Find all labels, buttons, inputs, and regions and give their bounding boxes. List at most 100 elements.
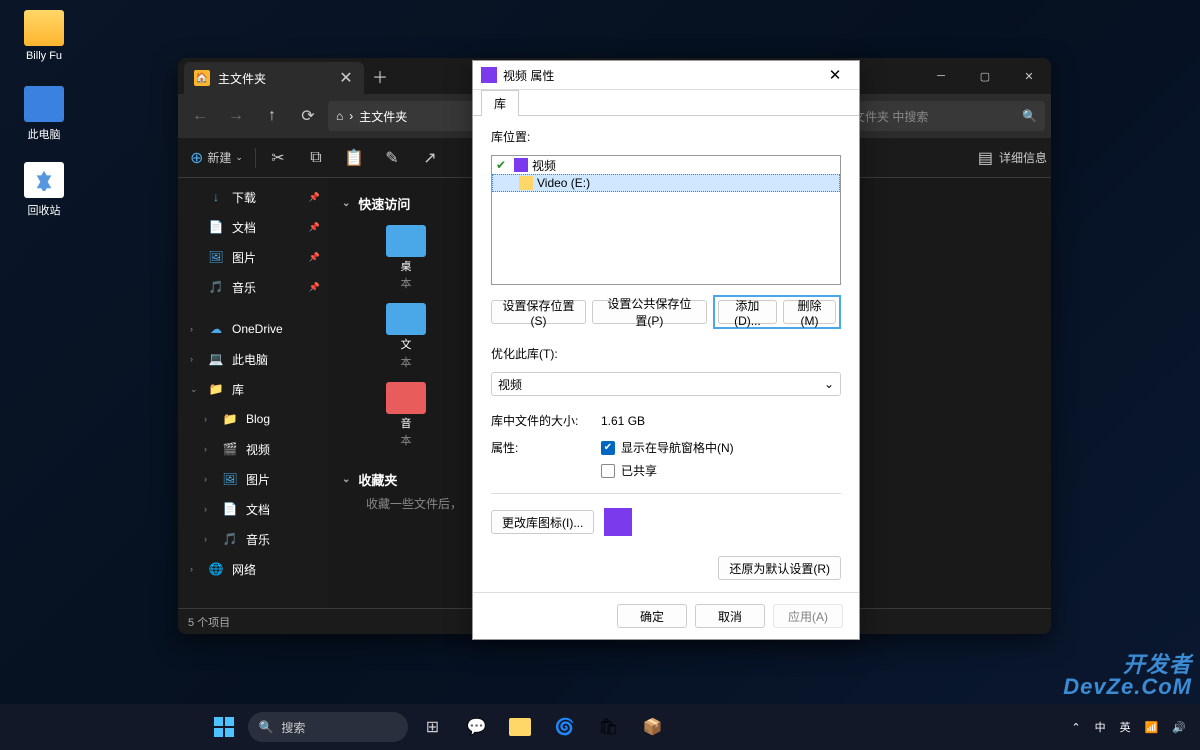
cut-button[interactable]: ✂ (260, 143, 296, 173)
set-save-location-button[interactable]: 设置保存位置(S) (491, 300, 586, 324)
new-button[interactable]: ⊕新建 ⌄ (182, 143, 251, 173)
shared-checkbox[interactable]: 已共享 (601, 462, 734, 479)
library-location-list[interactable]: ✔ 视频 Video (E:) (491, 155, 841, 285)
tray-chevron[interactable]: ⌃ (1065, 719, 1086, 736)
size-value: 1.61 GB (601, 414, 645, 428)
tray-ime-1[interactable]: 中 (1089, 717, 1112, 737)
start-button[interactable] (204, 708, 244, 746)
search-input[interactable]: 文件夹 中搜索 🔍 (845, 101, 1045, 131)
paste-button[interactable]: 📋 (336, 143, 372, 173)
sidebar-quick-downloads[interactable]: ↓下载📌 (178, 182, 328, 212)
size-label: 库中文件的大小: (491, 412, 591, 429)
view-list-icon[interactable]: ▤ (978, 148, 993, 168)
view-detail-label[interactable]: 详细信息 (999, 149, 1047, 166)
tab-library[interactable]: 库 (481, 90, 519, 116)
taskbar: 🔍 搜索 ⊞ 💬 🌀 🛍 📦 ⌃ 中 英 📶 🔊 (0, 704, 1200, 750)
checkbox-checked-icon: ✔ (601, 441, 615, 455)
video-library-icon (481, 67, 497, 83)
remove-button[interactable]: 删除(M) (783, 300, 836, 324)
library-item-video-e[interactable]: Video (E:) (492, 174, 840, 192)
up-button[interactable]: ↑ (256, 100, 288, 132)
taskbar-app[interactable]: 📦 (632, 708, 672, 746)
sidebar-lib-blog[interactable]: ›📁Blog (178, 404, 328, 434)
sidebar-lib-music[interactable]: ›🎵音乐 (178, 524, 328, 554)
explorer-tab[interactable]: 🏠 主文件夹 ✕ (184, 62, 364, 94)
tray-ime-2[interactable]: 英 (1114, 717, 1137, 737)
search-icon: 🔍 (258, 720, 273, 734)
tray-network-icon[interactable]: 📶 (1139, 719, 1165, 736)
sidebar-lib-documents[interactable]: ›📄文档 (178, 494, 328, 524)
sidebar-this-pc[interactable]: ›💻此电脑 (178, 344, 328, 374)
task-view-button[interactable]: ⊞ (412, 708, 452, 746)
dialog-tabs: 库 (473, 90, 859, 116)
breadcrumb-path[interactable]: 主文件夹 (359, 108, 407, 125)
sidebar-quick-pictures[interactable]: 🖼图片📌 (178, 242, 328, 272)
maximize-button[interactable]: ▢ (963, 58, 1007, 94)
cancel-button[interactable]: 取消 (695, 604, 765, 628)
sidebar-quick-documents[interactable]: 📄文档📌 (178, 212, 328, 242)
desktop-icon-user-folder[interactable]: Billy Fu (14, 10, 74, 62)
show-in-nav-checkbox[interactable]: ✔ 显示在导航窗格中(N) (601, 439, 734, 456)
folder-icon (386, 382, 426, 414)
new-tab-button[interactable]: ＋ (364, 60, 396, 92)
dialog-close-button[interactable]: ✕ (815, 61, 855, 89)
refresh-button[interactable]: ⟳ (292, 100, 324, 132)
taskbar-edge[interactable]: 🌀 (544, 708, 584, 746)
chevron-down-icon: ⌄ (824, 377, 834, 391)
apply-button[interactable]: 应用(A) (773, 604, 843, 628)
folder-icon (386, 225, 426, 257)
quick-item-docs[interactable]: 文本 (366, 297, 446, 375)
ok-button[interactable]: 确定 (617, 604, 687, 628)
tab-title: 主文件夹 (218, 70, 330, 87)
sidebar-lib-pictures[interactable]: ›🖼图片 (178, 464, 328, 494)
taskbar-store[interactable]: 🛍 (588, 708, 628, 746)
sidebar: ↓下载📌 📄文档📌 🖼图片📌 🎵音乐📌 ›☁OneDrive ›💻此电脑 ⌄📁库… (178, 178, 328, 608)
home-icon: 🏠 (194, 70, 210, 86)
folder-icon (386, 303, 426, 335)
add-button[interactable]: 添加(D)... (718, 300, 777, 324)
rename-button[interactable]: ✎ (374, 143, 410, 173)
desktop-icon-this-pc[interactable]: 此电脑 (14, 86, 74, 142)
tab-close-button[interactable]: ✕ (338, 68, 354, 88)
copy-button[interactable]: ⧉ (298, 143, 334, 173)
sidebar-lib-videos[interactable]: ›🎬视频 (178, 434, 328, 464)
sidebar-libraries[interactable]: ⌄📁库 (178, 374, 328, 404)
pin-icon: 📌 (309, 222, 320, 233)
sidebar-quick-music[interactable]: 🎵音乐📌 (178, 272, 328, 302)
restore-defaults-button[interactable]: 还原为默认设置(R) (718, 556, 841, 580)
quick-item-music[interactable]: 音本 (366, 376, 446, 454)
forward-button[interactable]: → (220, 100, 252, 132)
optimize-select[interactable]: 视频 ⌄ (491, 372, 841, 396)
close-button[interactable]: ✕ (1007, 58, 1051, 94)
pc-icon (24, 86, 64, 122)
folder-icon (519, 176, 533, 190)
video-icon (514, 158, 528, 172)
sidebar-onedrive[interactable]: ›☁OneDrive (178, 314, 328, 344)
sidebar-network[interactable]: ›🌐网络 (178, 554, 328, 584)
dialog-title: 视频 属性 (503, 67, 815, 84)
checkbox-unchecked-icon (601, 464, 615, 478)
dialog-titlebar[interactable]: 视频 属性 ✕ (473, 61, 859, 90)
taskbar-search[interactable]: 🔍 搜索 (248, 712, 408, 742)
attributes-label: 属性: (491, 439, 591, 456)
search-placeholder: 文件夹 中搜索 (853, 108, 928, 125)
item-count: 5 个项目 (188, 614, 230, 630)
minimize-button[interactable]: ─ (919, 58, 963, 94)
optimize-label: 优化此库(T): (491, 345, 841, 362)
set-public-save-location-button[interactable]: 设置公共保存位置(P) (592, 300, 707, 324)
watermark: 开发者 DevZe.CoM (1063, 654, 1192, 698)
desktop-icon-label: 此电脑 (14, 126, 74, 142)
quick-item-desktop[interactable]: 桌本 (366, 219, 446, 297)
home-crumb[interactable]: ⌂ (336, 109, 343, 123)
back-button[interactable]: ← (184, 100, 216, 132)
tray-volume-icon[interactable]: 🔊 (1166, 719, 1192, 736)
share-button[interactable]: ↗ (412, 143, 448, 173)
taskbar-explorer[interactable] (500, 708, 540, 746)
desktop-icon-recycle-bin[interactable]: 回收站 (14, 162, 74, 218)
video-properties-dialog: 视频 属性 ✕ 库 库位置: ✔ 视频 Video (E:) 设置保存位置(S)… (472, 60, 860, 640)
taskbar-chat[interactable]: 💬 (456, 708, 496, 746)
library-item-videos[interactable]: ✔ 视频 (492, 156, 840, 174)
highlighted-buttons: 添加(D)... 删除(M) (713, 295, 841, 329)
change-icon-button[interactable]: 更改库图标(I)... (491, 510, 594, 534)
pin-icon: 📌 (309, 282, 320, 293)
